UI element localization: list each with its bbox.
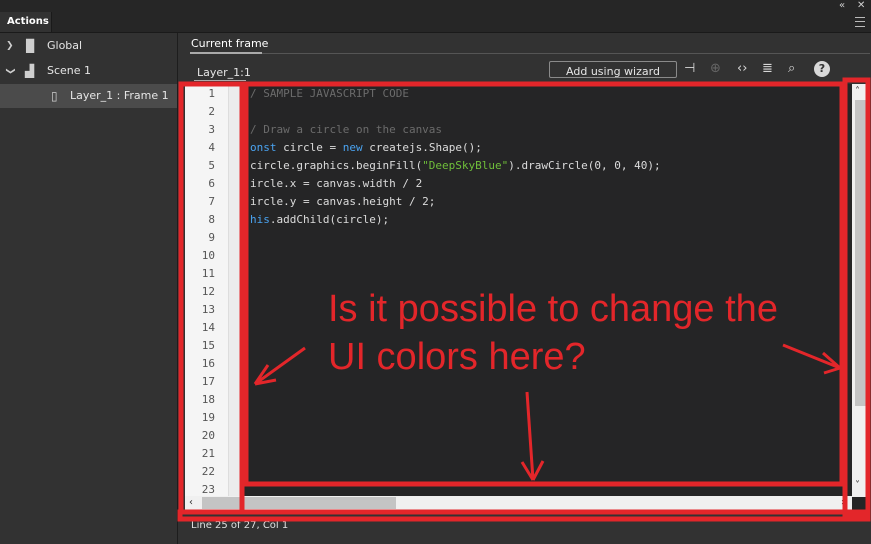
tree-item-label: Scene 1 — [47, 64, 92, 77]
collapse-icon[interactable]: « — [839, 0, 845, 12]
line-number: 12 — [201, 285, 215, 298]
line-number: 20 — [201, 429, 215, 442]
line-number: 16 — [201, 357, 215, 370]
layer-tab[interactable]: Layer_1:1 — [197, 66, 251, 79]
code-snippets-icon[interactable]: ‹› — [737, 59, 747, 79]
add-using-wizard-button[interactable]: Add using wizard — [549, 61, 677, 78]
line-number: 8 — [208, 213, 215, 226]
line-number: 7 — [208, 195, 215, 208]
scroll-down-icon[interactable]: ˅ — [855, 480, 860, 491]
tree-item-frame[interactable]: ▯ Layer_1 : Frame 1 — [0, 84, 177, 108]
panel-tab-row: Actions — [0, 12, 871, 33]
line-number: 19 — [201, 411, 215, 424]
code-line: circle.graphics.beginFill("DeepSkyBlue")… — [250, 159, 661, 172]
help-icon[interactable]: ? — [814, 61, 830, 77]
line-number: 22 — [201, 465, 215, 478]
line-number: 18 — [201, 393, 215, 406]
search-icon[interactable]: ⌕ — [788, 59, 795, 79]
script-navigator: ❯ ▉ Global ❯ ▟ Scene 1 ▯ Layer_1 : Frame… — [0, 33, 178, 544]
line-number: 9 — [208, 231, 215, 244]
code-line: / SAMPLE JAVASCRIPT CODE — [250, 87, 409, 100]
tab-active-indicator — [190, 52, 262, 54]
line-number: 17 — [201, 375, 215, 388]
line-number: 2 — [208, 105, 215, 118]
clapperboard-icon: ▟ — [25, 64, 35, 78]
actions-panel-tab[interactable]: Actions — [0, 12, 52, 32]
panel-menu-icon[interactable] — [855, 17, 865, 27]
annotation-question: Is it possible to change the UI colors h… — [328, 288, 778, 378]
close-icon[interactable]: ✕ — [857, 0, 865, 12]
tab-current-frame[interactable]: Current frame — [191, 37, 268, 50]
target-icon: ⊕ — [710, 61, 721, 76]
layer-tab-indicator — [194, 80, 246, 81]
fold-margin — [228, 84, 243, 514]
code-line: / Draw a circle on the canvas — [250, 123, 443, 136]
chevron-down-icon[interactable]: ❯ — [0, 67, 22, 75]
line-number: 1 — [208, 87, 215, 100]
line-number: 10 — [201, 249, 215, 262]
line-number: 3 — [208, 123, 215, 136]
line-number: 4 — [208, 141, 215, 154]
tree-item-label: Layer_1 : Frame 1 — [70, 89, 169, 102]
code-line: his.addChild(circle); — [250, 213, 390, 226]
chevron-right-icon[interactable]: ❯ — [6, 34, 14, 58]
line-number: 11 — [201, 267, 215, 280]
tab-divider — [190, 53, 870, 54]
line-number: 21 — [201, 447, 215, 460]
panel-top-bar — [0, 0, 871, 12]
code-line: ircle.y = canvas.height / 2; — [250, 195, 436, 208]
vertical-scroll-thumb[interactable] — [855, 100, 866, 406]
scroll-left-icon[interactable]: ‹ — [189, 497, 193, 508]
tree-item-label: Global — [47, 39, 83, 52]
format-code-icon[interactable]: ≣ — [762, 59, 773, 79]
cursor-position-status: Line 25 of 27, Col 1 — [191, 520, 289, 531]
horizontal-scroll-thumb[interactable] — [202, 497, 396, 509]
scroll-right-icon[interactable]: › — [841, 497, 845, 508]
pin-script-icon[interactable]: ⊣ — [684, 59, 695, 79]
line-number: 13 — [201, 303, 215, 316]
tree-item-scene[interactable]: ❯ ▟ Scene 1 — [0, 59, 177, 83]
frame-icon: ▯ — [51, 89, 58, 103]
document-icon: ▉ — [26, 39, 36, 53]
line-number: 14 — [201, 321, 215, 334]
line-number: 5 — [208, 159, 215, 172]
code-line: onst circle = new createjs.Shape(); — [250, 141, 482, 154]
code-line: ircle.x = canvas.width / 2 — [250, 177, 423, 190]
line-number: 6 — [208, 177, 215, 190]
tree-item-global[interactable]: ❯ ▉ Global — [0, 34, 177, 58]
scroll-up-icon[interactable]: ˄ — [855, 86, 860, 97]
line-number: 15 — [201, 339, 215, 352]
